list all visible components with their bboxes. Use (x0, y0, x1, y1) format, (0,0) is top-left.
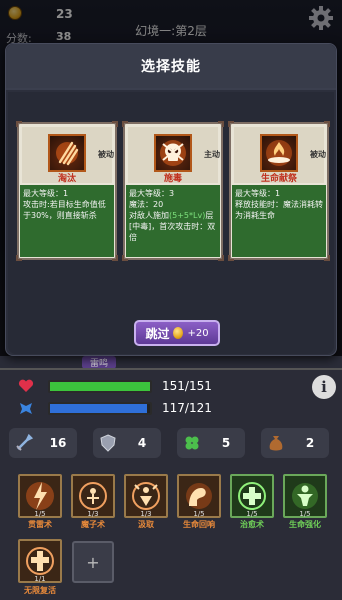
owned-skill-5[interactable]: 1/5 (230, 474, 274, 518)
owned-skill-6[interactable]: 1/5 (283, 474, 327, 518)
info-icon[interactable]: i (312, 375, 336, 399)
owned-skill-name: 汲取 (138, 520, 154, 529)
skill-name: 施毒 (163, 174, 182, 184)
heart-icon (18, 379, 34, 392)
hp-row: 151/151 (18, 378, 212, 394)
skill-description: 最大等级：3 魔法：20 对敌人施加(5+5*Lv)层[中毒]，首次攻击时：双倍 (126, 185, 220, 257)
skill-card-3[interactable]: 被动 生命献祭 最大等级：1 释放技能时：魔法消耗转为消耗生命 (228, 121, 330, 261)
hp-bar-fill (50, 381, 150, 391)
sword-icon (9, 428, 39, 458)
shield-icon (93, 428, 123, 458)
owned-skill-name: 魔子术 (81, 520, 105, 529)
fire-altar-icon (260, 134, 298, 172)
hp-bar (48, 379, 152, 393)
owned-skill-3[interactable]: 1/3 (124, 474, 168, 518)
attack-value: 16 (49, 436, 67, 450)
skip-reward: +20 (187, 327, 209, 339)
hp-text: 151/151 (162, 379, 212, 393)
add-skill-slot[interactable]: + (72, 541, 114, 583)
skip-button[interactable]: 跳过 +20 (134, 320, 220, 346)
stat-luck: 5 (177, 428, 245, 458)
skill-description: 最大等级：1 释放技能时：魔法消耗转为消耗生命 (232, 185, 326, 257)
owned-skill-7[interactable]: 1/1 (18, 539, 62, 583)
owned-skill-name: 生命回响 (183, 520, 215, 529)
owned-skill-2[interactable]: 1/3 (71, 474, 115, 518)
clover-icon (177, 428, 207, 458)
skill-card-1[interactable]: 被动 淘汰 最大等级：1 攻击时:若目标生命值低于30%，则直接斩杀 (16, 121, 118, 261)
stat-attack: 16 (9, 428, 77, 458)
skill-type: 被动 (310, 150, 326, 159)
skill-description: 最大等级：1 攻击时:若目标生命值低于30%，则直接斩杀 (20, 185, 114, 257)
modal-title: 选择技能 (141, 59, 201, 75)
money-bag-icon (261, 428, 291, 458)
skill-card-2[interactable]: 主动 施毒 最大等级：3 魔法：20 对敌人施加(5+5*Lv)层[中毒]，首次… (122, 121, 224, 261)
mp-text: 117/121 (162, 401, 212, 415)
mp-bar (48, 401, 152, 415)
owned-skill-name: 无限复活 (24, 586, 56, 595)
skill-name: 淘汰 (57, 174, 76, 184)
gold-value: 2 (305, 436, 315, 450)
skill-type: 被动 (98, 150, 114, 159)
owned-skill-name: 生命强化 (289, 520, 321, 529)
claw-slash-icon (48, 134, 86, 172)
owned-skill-name: 治愈术 (240, 520, 264, 529)
owned-skill-4[interactable]: 1/5 (177, 474, 221, 518)
coin-icon (173, 327, 184, 339)
modal-header: 选择技能 (6, 44, 336, 90)
skill-name: 生命献祭 (260, 174, 297, 184)
luck-value: 5 (221, 436, 231, 450)
owned-skill-name: 贯雷术 (28, 520, 52, 529)
stat-gold: 2 (261, 428, 329, 458)
stat-defense: 4 (93, 428, 161, 458)
mp-row: 117/121 (18, 400, 212, 416)
skill-type: 主动 (204, 150, 220, 159)
skull-icon (154, 134, 192, 172)
mp-bar-fill (50, 403, 147, 413)
skip-label: 跳过 (145, 326, 170, 341)
skill-select-modal: 选择技能 被动 淘汰 最大等级：1 攻击时:若目标生命值低于30%，则直接斩杀 … (5, 43, 337, 356)
defense-value: 4 (137, 436, 147, 450)
mana-crystal-icon (20, 403, 32, 414)
owned-skill-1[interactable]: 1/5 (18, 474, 62, 518)
